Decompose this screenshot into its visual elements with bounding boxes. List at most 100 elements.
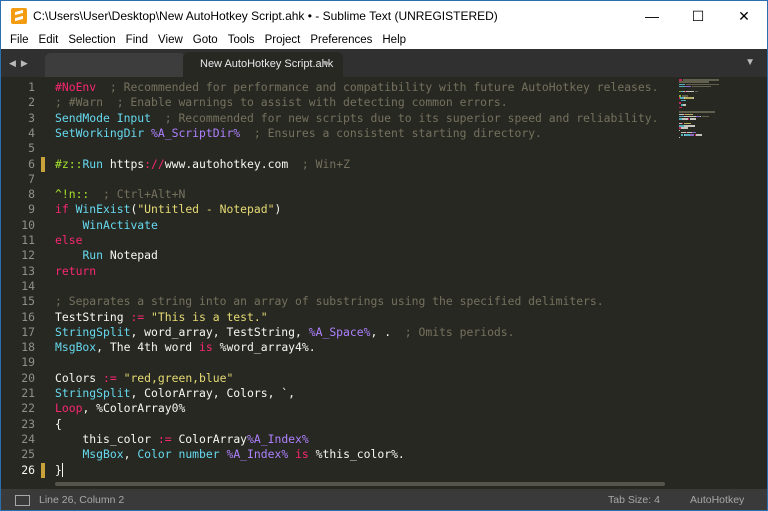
minimap-stroke	[695, 90, 699, 92]
minimap-stroke	[679, 83, 686, 86]
code-line[interactable]: }	[55, 462, 63, 478]
code-token: %A_Index%	[226, 447, 289, 462]
code-line[interactable]: ; Separates a string into an array of su…	[55, 294, 604, 309]
tab-untitled[interactable]	[45, 53, 185, 77]
modified-dot-icon[interactable]: ●	[323, 58, 329, 69]
code-token: , ColorArray, Colors, `,	[130, 386, 296, 400]
code-line[interactable]: WinActivate	[55, 218, 157, 233]
code-line[interactable]: #z::Run https://www.autohotkey.com ; Win…	[55, 157, 350, 172]
tab-size-indicator[interactable]: Tab Size: 4	[608, 494, 660, 506]
code-line[interactable]: else	[55, 233, 82, 248]
vertical-scrollbar[interactable]	[757, 77, 767, 479]
code-token: %word_array4%.	[212, 340, 316, 355]
code-token: SendMode Input	[55, 110, 152, 125]
code-line[interactable]: Loop, %ColorArray0%	[55, 401, 185, 416]
menu-file[interactable]: File	[1, 34, 34, 46]
line-number: 26	[21, 462, 35, 477]
code-area[interactable]: #NoEnv ; Recommended for performance and…	[55, 77, 675, 479]
menu-preferences[interactable]: Preferences	[305, 34, 377, 46]
code-token: ://	[144, 156, 165, 171]
minimap-stroke	[683, 115, 696, 118]
title-bar: C:\Users\User\Desktop\New AutoHotkey Scr…	[1, 1, 767, 31]
code-line[interactable]: ; #Warn ; Enable warnings to assist with…	[55, 95, 508, 110]
code-line[interactable]: MsgBox, The 4th word is %word_array4%.	[55, 340, 316, 355]
horizontal-scroll-thumb[interactable]	[55, 482, 665, 486]
code-line[interactable]: SetWorkingDir %A_ScriptDir% ; Ensures a …	[55, 126, 542, 141]
menu-selection[interactable]: Selection	[63, 34, 120, 46]
code-token: }	[55, 462, 62, 477]
minimap-stroke	[682, 104, 686, 106]
menu-tools[interactable]: Tools	[223, 34, 260, 46]
line-number: 13	[21, 263, 35, 278]
menu-goto[interactable]: Goto	[188, 34, 223, 46]
code-token: MsgBox	[55, 340, 97, 355]
line-number: 9	[28, 202, 35, 217]
close-button[interactable]: ✕	[721, 1, 767, 31]
menu-find[interactable]: Find	[121, 34, 153, 46]
tab-list-dropdown-icon[interactable]: ▼	[745, 57, 755, 68]
code-line[interactable]: MsgBox, Color number %A_Index% is %this_…	[55, 447, 404, 462]
code-token: #NoEnv	[55, 80, 97, 94]
code-editor[interactable]: 1 2 3 4 5 6 7 8 9 10 11 12 13 14 15 16 17 18 19 20 21 22 23 24 2…	[1, 77, 767, 479]
code-token: Color number	[137, 447, 227, 462]
line-number: 24	[21, 431, 35, 446]
cursor-position: Line 26, Column 2	[39, 494, 125, 506]
menu-view[interactable]: View	[153, 34, 188, 46]
code-token: StringSplit	[55, 386, 131, 400]
code-line[interactable]: Colors := "red,green,blue"	[55, 371, 233, 386]
line-number: 12	[21, 248, 35, 263]
code-line[interactable]: this_color := ColorArray%A_Index%	[55, 431, 309, 447]
code-line[interactable]: return	[55, 264, 96, 279]
code-token: ; #Warn ; Enable warnings to assist with…	[55, 95, 508, 110]
line-number: 22	[21, 401, 35, 416]
tab-new-autohotkey-script[interactable]: New AutoHotkey Script.ahk ●	[183, 52, 343, 77]
code-token: Notepad	[109, 248, 158, 263]
code-line[interactable]: StringSplit, ColorArray, Colors, `,	[55, 386, 295, 401]
code-line[interactable]: TestString := "This is a test."	[55, 310, 268, 325]
code-line[interactable]: {	[55, 417, 62, 432]
line-number: 5	[28, 141, 35, 156]
code-token: Run	[82, 156, 110, 171]
code-token: %A_Index%	[247, 431, 309, 446]
tab-prev-icon[interactable]: ◀	[9, 58, 16, 69]
code-line[interactable]: SendMode Input ; Recommended for new scr…	[55, 111, 659, 126]
modified-line-marker	[41, 156, 45, 172]
panel-toggle-icon[interactable]	[15, 495, 30, 506]
code-token: is	[295, 447, 309, 462]
minimap-stroke	[686, 83, 719, 86]
horizontal-scrollbar[interactable]	[1, 479, 767, 489]
line-number: 8	[28, 187, 35, 202]
code-token: , The 4th word	[96, 340, 200, 355]
menu-help[interactable]: Help	[377, 34, 411, 46]
menu-project[interactable]: Project	[260, 34, 306, 46]
code-line[interactable]: #NoEnv ; Recommended for performance and…	[55, 80, 659, 95]
minimize-button[interactable]: —	[629, 1, 675, 31]
code-line[interactable]: Run Notepad	[55, 248, 158, 263]
line-number: 15	[21, 294, 35, 309]
maximize-button[interactable]: ☐	[675, 1, 721, 31]
line-number: 2	[28, 95, 35, 110]
minimap[interactable]	[679, 77, 755, 147]
minimap-stroke	[679, 81, 709, 83]
code-token: ; Recommended for new scripts due to its…	[151, 110, 659, 125]
menu-edit[interactable]: Edit	[34, 34, 64, 46]
syntax-indicator[interactable]: AutoHotkey	[690, 494, 744, 506]
code-token: , %ColorArray0%	[82, 401, 186, 416]
status-bar: Line 26, Column 2 Tab Size: 4 AutoHotkey	[1, 489, 767, 510]
sublime-logo-icon	[11, 8, 27, 24]
minimap-stroke	[686, 90, 695, 92]
code-token: ColorArray	[171, 431, 248, 446]
code-token: %A_ScriptDir%	[151, 125, 241, 140]
tab-next-icon[interactable]: ▶	[21, 58, 28, 69]
minimap-stroke	[679, 106, 682, 109]
code-line[interactable]: ^!n:: ; Ctrl+Alt+N	[55, 187, 185, 202]
code-line[interactable]: StringSplit, word_array, TestString, %A_…	[55, 325, 515, 340]
code-token: return	[55, 263, 97, 278]
line-number: 7	[28, 171, 35, 186]
code-token: {	[55, 416, 62, 431]
minimap-stroke	[679, 95, 682, 97]
code-line[interactable]: if WinExist("Untitled - Notepad")	[55, 202, 281, 217]
code-token: ,	[123, 447, 138, 462]
